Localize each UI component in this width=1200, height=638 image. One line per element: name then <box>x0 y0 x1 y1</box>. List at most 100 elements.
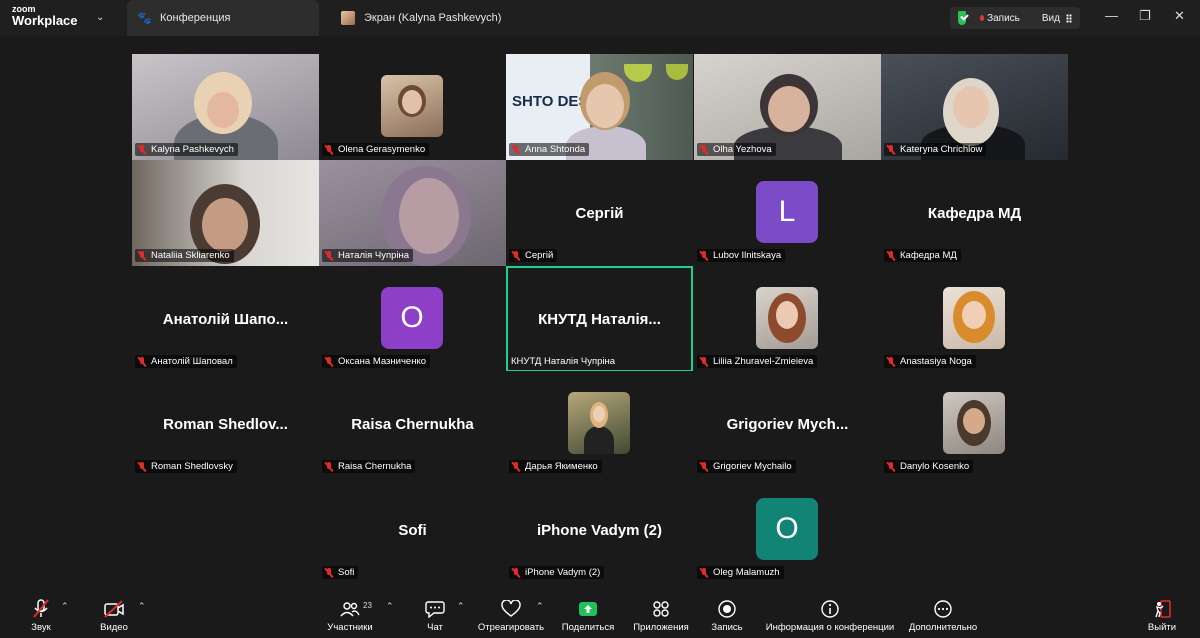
mic-muted-icon <box>324 567 334 578</box>
mic-muted-icon <box>137 144 147 155</box>
video-tile[interactable]: Olena Gerasymenko <box>319 54 506 160</box>
tab-meeting[interactable]: 🐾 Конференция <box>127 0 319 36</box>
mic-muted-icon <box>699 144 709 155</box>
participant-name: Liliia Zhuravel-Zmieieva <box>697 355 818 368</box>
grid-icon[interactable] <box>1065 13 1072 23</box>
minimize-icon[interactable]: — <box>1105 8 1118 23</box>
participants-button[interactable]: Участники <box>324 593 376 638</box>
mic-muted-icon <box>886 144 896 155</box>
avatar: O <box>756 498 818 560</box>
share-screen-icon <box>577 599 599 619</box>
shield-icon[interactable] <box>958 11 967 25</box>
chat-icon <box>424 599 446 619</box>
participant-name: Grigoriev Mychailo <box>697 460 796 473</box>
video-button[interactable]: Видео <box>96 593 132 638</box>
record-button[interactable]: Запись <box>709 593 745 638</box>
participant-name: Наталія Чупріна <box>322 249 414 262</box>
mic-muted-icon <box>324 250 334 261</box>
tab-screen-share[interactable]: Экран (Kalyna Pashkevych) <box>329 0 529 36</box>
meeting-toolbar: Звук ⌃ Видео ⌃ Участники 23 ⌃ Чат ⌃ Отре… <box>0 593 1200 638</box>
video-tile[interactable]: Кафедра МД Кафедра МД <box>881 160 1068 266</box>
mic-muted-icon <box>511 144 521 155</box>
audio-options-caret[interactable]: ⌃ <box>61 601 69 612</box>
video-tile[interactable]: Grigoriev Mych... Grigoriev Mychailo <box>694 371 881 477</box>
video-tile[interactable]: O Оксана Мазниченко <box>319 266 506 372</box>
mic-muted-icon <box>324 144 334 155</box>
participant-name: Anastasiya Noga <box>884 355 976 368</box>
chat-options-caret[interactable]: ⌃ <box>457 601 465 612</box>
close-icon[interactable]: ✕ <box>1174 8 1185 24</box>
tab-meeting-label: Конференция <box>160 12 231 24</box>
video-tile[interactable]: Kalyna Pashkevych <box>132 54 319 160</box>
participant-name: Olha Yezhova <box>697 143 776 156</box>
video-tile[interactable]: iPhone Vadym (2) iPhone Vadym (2) <box>506 477 693 583</box>
mic-muted-icon <box>699 461 709 472</box>
chat-button[interactable]: Чат <box>424 593 446 638</box>
zoom-logo[interactable]: zoom Workplace ⌄ <box>0 0 115 36</box>
participant-name: Anna Shtonda <box>509 143 590 156</box>
video-tile[interactable]: Сергій Сергій <box>506 160 693 266</box>
participant-name: Дарья Якименко <box>509 460 602 473</box>
video-tile[interactable]: Danylo Kosenko <box>881 371 1068 477</box>
video-tile[interactable]: Liliia Zhuravel-Zmieieva <box>694 266 881 372</box>
video-tile[interactable]: Roman Shedlov... Roman Shedlovsky <box>132 371 319 477</box>
avatar <box>756 287 818 349</box>
mic-muted-icon <box>886 356 896 367</box>
share-screen-button[interactable]: Поделиться <box>559 593 617 638</box>
react-button[interactable]: Отреагировать <box>476 593 546 638</box>
mic-muted-icon <box>511 567 521 578</box>
apps-button[interactable]: Приложения <box>630 593 692 638</box>
video-tile[interactable]: SHTO DESIG Anna Shtonda <box>506 54 693 160</box>
video-tile[interactable]: Raisa Chernukha Raisa Chernukha <box>319 371 506 477</box>
camera-off-icon <box>103 599 125 619</box>
participant-name: Roman Shedlovsky <box>135 460 237 473</box>
react-options-caret[interactable]: ⌃ <box>536 601 544 612</box>
video-tile[interactable]: Anastasiya Noga <box>881 266 1068 372</box>
meeting-info-button[interactable]: Информация о конференции <box>764 593 896 638</box>
mic-muted-icon <box>137 250 147 261</box>
mic-muted-icon <box>699 356 709 367</box>
leave-button[interactable]: Выйти <box>1146 593 1178 638</box>
chevron-down-icon[interactable]: ⌄ <box>96 12 104 23</box>
avatar <box>943 287 1005 349</box>
avatar: L <box>756 181 818 243</box>
record-icon <box>716 599 738 619</box>
restore-icon[interactable]: ❐ <box>1139 8 1151 24</box>
info-icon <box>819 599 841 619</box>
video-tile[interactable]: Анатолій Шапо... Анатолій Шаповал <box>132 266 319 372</box>
participants-options-caret[interactable]: ⌃ <box>386 601 394 612</box>
video-tile[interactable]: O Oleg Malamuzh <box>694 477 881 583</box>
video-tile[interactable]: Sofi Sofi <box>319 477 506 583</box>
apps-icon <box>650 599 672 619</box>
participant-name: Raisa Chernukha <box>322 460 416 473</box>
participant-name: Nataliia Skliarenko <box>135 249 234 262</box>
avatar <box>381 75 443 137</box>
mic-muted-icon <box>30 599 52 619</box>
participant-name: Анатолій Шаповал <box>135 355 237 368</box>
mic-muted-icon <box>699 567 709 578</box>
recording-indicator[interactable]: Запись <box>987 13 1020 24</box>
video-tile[interactable]: Nataliia Skliarenko <box>132 160 319 266</box>
people-icon <box>339 599 361 619</box>
mic-muted-icon <box>324 356 334 367</box>
video-tile[interactable]: Kateryna Chrichlow <box>881 54 1068 160</box>
record-dot-icon <box>980 15 985 21</box>
participant-name: Оксана Мазниченко <box>322 355 430 368</box>
video-tile[interactable]: Olha Yezhova <box>694 54 881 160</box>
mic-muted-icon <box>886 250 896 261</box>
active-speaker-tile[interactable]: КНУТД Наталія... КНУТД Наталія Чупріна <box>506 266 693 372</box>
participant-name: Кафедра МД <box>884 249 961 262</box>
audio-button[interactable]: Звук <box>28 593 54 638</box>
mic-muted-icon <box>699 250 709 261</box>
video-tile[interactable]: L Lubov Ilnitskaya <box>694 160 881 266</box>
mic-muted-icon <box>324 461 334 472</box>
video-options-caret[interactable]: ⌃ <box>138 601 146 612</box>
mic-muted-icon <box>511 250 521 261</box>
more-icon <box>932 599 954 619</box>
mic-muted-icon <box>137 461 147 472</box>
more-button[interactable]: Дополнительно <box>906 593 980 638</box>
video-tile[interactable]: Наталія Чупріна <box>319 160 506 266</box>
video-tile[interactable]: Дарья Якименко <box>506 371 693 477</box>
view-button[interactable]: Вид <box>1042 13 1060 24</box>
meeting-controls-top: Запись Вид <box>950 7 1080 29</box>
